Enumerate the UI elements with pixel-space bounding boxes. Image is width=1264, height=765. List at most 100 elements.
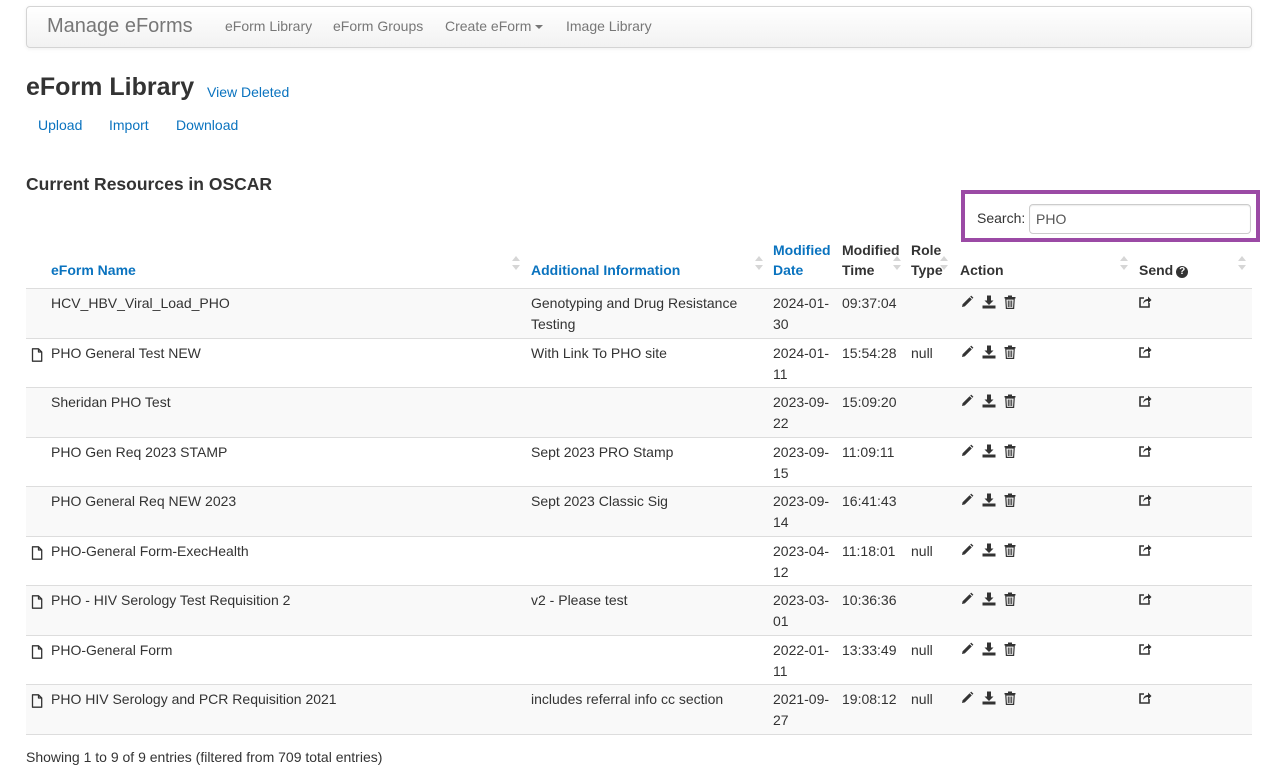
share-icon[interactable] bbox=[1138, 642, 1152, 656]
upload-link[interactable]: Upload bbox=[38, 117, 82, 133]
modified-time: 16:41:43 bbox=[842, 493, 897, 509]
edit-icon[interactable] bbox=[960, 642, 974, 656]
nav-eform-library[interactable]: eForm Library bbox=[225, 18, 312, 34]
table-row: HCV_HBV_Viral_Load_PHO Genotyping and Dru… bbox=[26, 289, 1252, 339]
edit-icon[interactable] bbox=[960, 543, 974, 557]
modified-time: 15:54:28 bbox=[842, 344, 897, 361]
file-icon bbox=[31, 545, 45, 560]
edit-icon[interactable] bbox=[960, 345, 974, 359]
modified-time: 19:08:12 bbox=[842, 691, 897, 707]
action-group bbox=[960, 543, 1018, 557]
additional-info: Sept 2023 PRO Stamp bbox=[531, 443, 674, 460]
table-row: PHO HIV Serology and PCR Requisition 202… bbox=[26, 685, 1252, 735]
eform-name-link[interactable]: PHO HIV Serology and PCR Requisition 202… bbox=[51, 689, 337, 710]
trash-icon[interactable] bbox=[1004, 295, 1018, 309]
column-modified-date[interactable]: Modified Date bbox=[773, 240, 833, 280]
download-icon[interactable] bbox=[982, 295, 996, 309]
nav-eform-groups[interactable]: eForm Groups bbox=[333, 18, 423, 34]
eform-name-link[interactable]: PHO Gen Req 2023 STAMP bbox=[51, 442, 227, 463]
download-icon[interactable] bbox=[982, 642, 996, 656]
trash-icon[interactable] bbox=[1004, 592, 1018, 606]
caret-down-icon bbox=[535, 25, 544, 30]
share-icon[interactable] bbox=[1138, 543, 1152, 557]
role-type: null bbox=[911, 542, 933, 559]
download-icon[interactable] bbox=[982, 444, 996, 458]
view-deleted-link[interactable]: View Deleted bbox=[207, 84, 289, 100]
trash-icon[interactable] bbox=[1004, 691, 1018, 705]
edit-icon[interactable] bbox=[960, 444, 974, 458]
modified-date: 2023-09-22 bbox=[773, 394, 830, 431]
download-icon[interactable] bbox=[982, 394, 996, 408]
trash-icon[interactable] bbox=[1004, 444, 1018, 458]
additional-info: v2 - Please test bbox=[531, 592, 628, 608]
top-navbar: Manage eForms eForm Library eForm Groups… bbox=[26, 6, 1252, 48]
sort-icon bbox=[1238, 256, 1246, 274]
column-action[interactable]: Action bbox=[960, 260, 1004, 280]
modified-date: 2023-04-12 bbox=[773, 542, 830, 580]
eform-name-link[interactable]: PHO-General Form bbox=[51, 640, 172, 661]
sort-icon bbox=[512, 256, 520, 274]
eform-name-link[interactable]: Sheridan PHO Test bbox=[51, 392, 171, 413]
edit-icon[interactable] bbox=[960, 493, 974, 507]
share-icon[interactable] bbox=[1138, 444, 1152, 458]
additional-info: Sept 2023 Classic Sig bbox=[531, 493, 668, 509]
trash-icon[interactable] bbox=[1004, 493, 1018, 507]
eform-name-link[interactable]: HCV_HBV_Viral_Load_PHO bbox=[51, 293, 230, 314]
table-header: eForm Name Additional Information Modifi… bbox=[26, 242, 1252, 289]
table-body: HCV_HBV_Viral_Load_PHO Genotyping and Dru… bbox=[26, 289, 1252, 735]
trash-icon[interactable] bbox=[1004, 543, 1018, 557]
search-input[interactable] bbox=[1029, 204, 1251, 234]
nav-create-eform-dropdown[interactable]: Create eForm bbox=[445, 18, 544, 34]
table-row: PHO General Test NEW With Link To PHO sit… bbox=[26, 338, 1252, 388]
action-group bbox=[960, 691, 1018, 705]
action-group bbox=[960, 345, 1018, 359]
share-icon[interactable] bbox=[1138, 394, 1152, 408]
column-eform-name[interactable]: eForm Name bbox=[51, 260, 136, 280]
column-additional-information[interactable]: Additional Information bbox=[531, 260, 680, 280]
edit-icon[interactable] bbox=[960, 691, 974, 705]
modified-date: 2023-09-14 bbox=[773, 493, 830, 530]
share-icon[interactable] bbox=[1138, 345, 1152, 359]
modified-time: 09:37:04 bbox=[842, 295, 897, 311]
eform-name-link[interactable]: PHO - HIV Serology Test Requisition 2 bbox=[51, 590, 290, 611]
import-link[interactable]: Import bbox=[109, 117, 149, 133]
share-icon[interactable] bbox=[1138, 295, 1152, 309]
share-icon[interactable] bbox=[1138, 592, 1152, 606]
download-icon[interactable] bbox=[982, 691, 996, 705]
download-icon[interactable] bbox=[982, 345, 996, 359]
modified-date: 2023-03-01 bbox=[773, 592, 830, 629]
search-highlight-box: Search: bbox=[961, 190, 1260, 242]
share-icon[interactable] bbox=[1138, 691, 1152, 705]
trash-icon[interactable] bbox=[1004, 394, 1018, 408]
action-group bbox=[960, 394, 1018, 408]
page-title: eForm Library bbox=[26, 73, 195, 101]
download-link[interactable]: Download bbox=[176, 117, 238, 133]
edit-icon[interactable] bbox=[960, 592, 974, 606]
share-icon[interactable] bbox=[1138, 493, 1152, 507]
download-icon[interactable] bbox=[982, 493, 996, 507]
modified-time: 15:09:20 bbox=[842, 394, 897, 410]
action-group bbox=[960, 444, 1018, 458]
additional-info: Genotyping and Drug Resistance Testing bbox=[531, 295, 738, 332]
eform-name-link[interactable]: PHO General Test NEW bbox=[51, 343, 201, 364]
download-icon[interactable] bbox=[982, 592, 996, 606]
trash-icon[interactable] bbox=[1004, 345, 1018, 359]
table-row: PHO Gen Req 2023 STAMP Sept 2023 PRO Stam… bbox=[26, 437, 1252, 487]
modified-time: 11:18:01 bbox=[842, 542, 896, 559]
eform-name-link[interactable]: PHO-General Form-ExecHealth bbox=[51, 541, 249, 562]
edit-icon[interactable] bbox=[960, 295, 974, 309]
trash-icon[interactable] bbox=[1004, 642, 1018, 656]
nav-image-library[interactable]: Image Library bbox=[566, 18, 652, 34]
eform-name-link[interactable]: PHO General Req NEW 2023 bbox=[51, 491, 236, 512]
search-label: Search: bbox=[977, 210, 1026, 226]
download-icon[interactable] bbox=[982, 543, 996, 557]
file-icon bbox=[31, 347, 45, 362]
sort-icon bbox=[1120, 256, 1128, 274]
navbar-brand[interactable]: Manage eForms bbox=[47, 15, 193, 38]
action-group bbox=[960, 592, 1018, 606]
additional-info: includes referral info cc section bbox=[531, 691, 724, 707]
column-send[interactable]: Send? bbox=[1139, 260, 1189, 280]
nav-create-eform-label: Create eForm bbox=[445, 18, 532, 34]
file-icon bbox=[31, 694, 45, 708]
edit-icon[interactable] bbox=[960, 394, 974, 408]
